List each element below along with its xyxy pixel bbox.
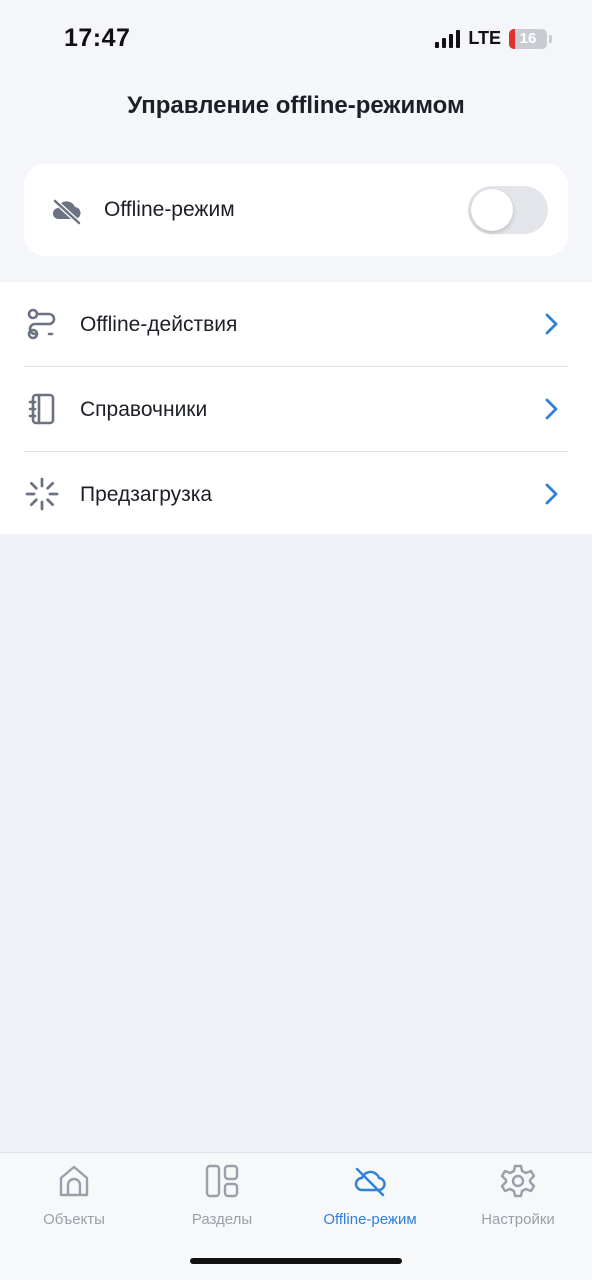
offline-mode-label: Offline-режим <box>104 198 235 221</box>
status-time: 17:47 <box>64 24 131 52</box>
menu-item-label: Offline-действия <box>80 313 238 336</box>
toggle-knob <box>471 189 513 231</box>
tab-label: Offline-режим <box>323 1211 417 1228</box>
status-bar: 17:47 LTE 16 <box>0 0 592 80</box>
grid-icon <box>205 1164 239 1198</box>
gear-icon <box>500 1164 536 1198</box>
menu-item-label: Предзагрузка <box>80 483 213 506</box>
home-icon <box>59 1165 89 1197</box>
signal-icon <box>435 29 461 48</box>
chevron-right-icon <box>545 483 558 505</box>
tab-settings[interactable]: Настройки <box>444 1163 592 1243</box>
menu-item-preload[interactable]: Предзагрузка <box>0 452 592 537</box>
tab-sections[interactable]: Разделы <box>148 1163 296 1243</box>
chevron-right-icon <box>545 398 558 420</box>
page-title: Управление offline-режимом <box>127 92 465 119</box>
offline-mode-toggle[interactable] <box>468 186 548 234</box>
battery-icon: 16 <box>509 28 547 49</box>
loader-icon <box>25 477 59 511</box>
chevron-right-icon <box>545 313 558 335</box>
header: Управление offline-режимом Offline-режим <box>0 80 592 280</box>
network-type: LTE <box>468 28 501 48</box>
tab-offline-mode[interactable]: Offline-режим <box>296 1163 444 1243</box>
tab-label: Настройки <box>481 1211 555 1228</box>
tab-label: Разделы <box>191 1211 253 1228</box>
status-indicators: LTE 16 <box>435 28 552 49</box>
offline-menu: Offline-действия Справочники Предзагрузк… <box>0 282 592 534</box>
cloud-off-icon <box>52 198 82 226</box>
menu-item-offline-actions[interactable]: Offline-действия <box>0 282 592 367</box>
notebook-icon <box>28 393 55 425</box>
menu-item-references[interactable]: Справочники <box>0 367 592 452</box>
route-icon <box>27 308 56 340</box>
menu-item-label: Справочники <box>80 398 208 421</box>
home-indicator <box>190 1258 402 1264</box>
offline-mode-card: Offline-режим <box>24 164 568 256</box>
tab-label: Объекты <box>43 1211 105 1228</box>
cloud-off-icon <box>354 1167 386 1197</box>
tab-objects[interactable]: Объекты <box>0 1163 148 1243</box>
battery-level: 16 <box>519 30 537 47</box>
